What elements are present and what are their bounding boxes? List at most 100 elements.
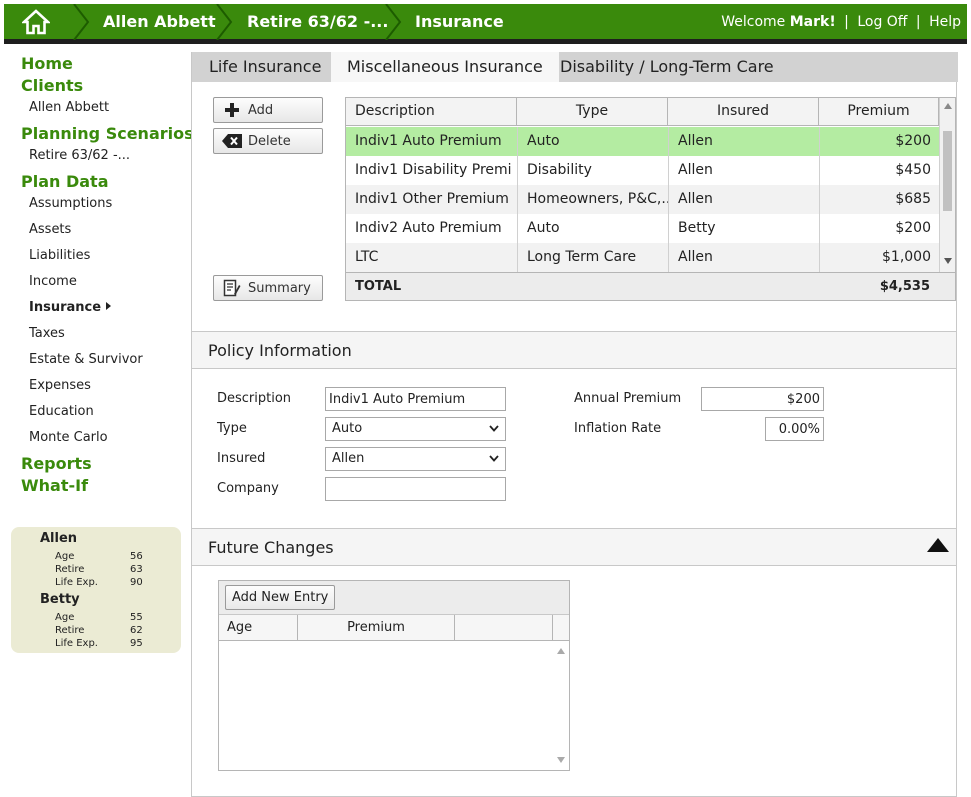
chevron-down-icon xyxy=(489,455,499,462)
sidebar-item-expenses[interactable]: Expenses xyxy=(29,378,91,393)
inflation-rate-field[interactable] xyxy=(765,417,824,441)
sidebar-what-if[interactable]: What-If xyxy=(21,476,88,495)
type-label: Type xyxy=(217,421,247,436)
breadcrumb-client[interactable]: Allen Abbett xyxy=(103,4,216,40)
breadcrumb-separator-icon xyxy=(385,4,402,40)
help-link[interactable]: Help xyxy=(929,14,961,30)
collapse-triangle-icon[interactable] xyxy=(927,538,949,552)
column-header-insured[interactable]: Insured xyxy=(668,98,819,125)
table-row[interactable]: LTC Long Term Care Allen $1,000 xyxy=(346,243,939,272)
tab-life-insurance[interactable]: Life Insurance xyxy=(193,52,337,82)
breadcrumb-scenario[interactable]: Retire 63/62 -... xyxy=(247,4,388,40)
sidebar-client-name[interactable]: Allen Abbett xyxy=(29,100,109,115)
scroll-up-icon[interactable] xyxy=(557,648,565,654)
tab-disability-ltc[interactable]: Disability / Long-Term Care xyxy=(544,52,790,82)
future-changes-scrollbar[interactable] xyxy=(553,641,569,770)
cell-description: Indiv2 Auto Premium xyxy=(355,220,502,236)
description-field[interactable] xyxy=(325,387,506,411)
table-row[interactable]: Indiv1 Auto Premium Auto Allen $200 xyxy=(346,127,939,156)
add-button[interactable]: Add xyxy=(213,97,323,123)
sidebar-item-income[interactable]: Income xyxy=(29,274,77,289)
breadcrumb-separator-icon xyxy=(216,4,233,40)
sidebar-item-insurance[interactable]: Insurance xyxy=(29,300,111,315)
table-scrollbar[interactable] xyxy=(939,98,955,272)
sidebar-item-taxes[interactable]: Taxes xyxy=(29,326,65,341)
retire-label: Retire xyxy=(55,564,85,575)
age-label: Age xyxy=(55,551,75,562)
delete-button[interactable]: Delete xyxy=(213,128,323,154)
future-changes-table: Add New Entry Age Premium xyxy=(218,580,570,771)
column-header-premium[interactable]: Premium xyxy=(819,98,939,125)
sidebar-item-monte-carlo[interactable]: Monte Carlo xyxy=(29,430,108,445)
insured-select-value: Allen xyxy=(332,451,365,466)
add-new-entry-button[interactable]: Add New Entry xyxy=(225,585,336,610)
scroll-down-icon[interactable] xyxy=(944,258,952,264)
table-row[interactable]: Indiv2 Auto Premium Auto Betty $200 xyxy=(346,214,939,243)
section-title: Future Changes xyxy=(208,538,334,557)
summary-button[interactable]: Summary xyxy=(213,275,323,301)
company-field[interactable] xyxy=(325,477,506,501)
insured-label: Insured xyxy=(217,451,266,466)
age-value: 55 xyxy=(130,612,143,623)
plus-icon xyxy=(222,102,242,118)
cell-type: Auto xyxy=(517,127,668,156)
sidebar-item-estate-survivor[interactable]: Estate & Survivor xyxy=(29,352,143,367)
sidebar-reports[interactable]: Reports xyxy=(21,454,92,473)
retire-value: 63 xyxy=(130,564,143,575)
insured-select[interactable]: Allen xyxy=(325,447,506,471)
column-header-premium[interactable]: Premium xyxy=(298,615,455,640)
column-header-age[interactable]: Age xyxy=(219,615,298,640)
cell-premium: $450 xyxy=(819,156,939,185)
cell-insured: Allen xyxy=(668,127,819,156)
future-changes-header-row: Age Premium xyxy=(219,615,569,641)
life-exp-value: 95 xyxy=(130,638,143,649)
breadcrumb-separator-icon xyxy=(73,4,90,40)
sidebar-item-assumptions[interactable]: Assumptions xyxy=(29,196,112,211)
annual-premium-label: Annual Premium xyxy=(574,391,682,406)
life-exp-label: Life Exp. xyxy=(55,638,98,649)
column-header-description[interactable]: Description xyxy=(346,98,517,125)
description-label: Description xyxy=(217,391,292,406)
cell-premium: $1,000 xyxy=(819,243,939,272)
annual-premium-field[interactable] xyxy=(701,387,824,411)
sidebar-clients[interactable]: Clients xyxy=(21,76,83,95)
scrollbar-thumb[interactable] xyxy=(943,131,952,211)
sidebar-item-liabilities[interactable]: Liabilities xyxy=(29,248,90,263)
column-header-empty xyxy=(455,615,553,640)
table-total-row: TOTAL $4,535 xyxy=(346,272,955,300)
insurance-table: Description Type Insured Premium Indiv1 … xyxy=(345,97,956,301)
table-row[interactable]: Indiv1 Disability Premi... Disability Al… xyxy=(346,156,939,185)
sidebar: Home Clients Allen Abbett Planning Scena… xyxy=(0,48,194,797)
cell-type: Auto xyxy=(517,214,668,243)
cell-type: Long Term Care xyxy=(517,243,668,272)
summary-button-label: Summary xyxy=(248,280,311,296)
separator: | xyxy=(915,14,921,30)
cell-type: Disability xyxy=(517,156,668,185)
scroll-up-icon[interactable] xyxy=(944,103,952,109)
log-off-link[interactable]: Log Off xyxy=(857,14,907,30)
separator: | xyxy=(844,14,849,30)
sidebar-plan-data[interactable]: Plan Data xyxy=(21,172,109,191)
cell-description: LTC xyxy=(355,249,379,265)
table-row[interactable]: Indiv1 Other Premium Homeowners, P&C,...… xyxy=(346,185,939,214)
section-title: Policy Information xyxy=(208,341,352,360)
column-header-type[interactable]: Type xyxy=(517,98,668,125)
sidebar-planning-scenarios[interactable]: Planning Scenarios xyxy=(21,124,194,143)
scroll-down-icon[interactable] xyxy=(557,757,565,763)
cell-description: Indiv1 Other Premium xyxy=(355,191,509,207)
sidebar-item-education[interactable]: Education xyxy=(29,404,94,419)
sidebar-scenario-name[interactable]: Retire 63/62 -... xyxy=(29,148,130,163)
life-exp-label: Life Exp. xyxy=(55,577,98,588)
tab-bar: Life Insurance Miscellaneous Insurance D… xyxy=(192,52,958,82)
main-panel: Life Insurance Miscellaneous Insurance D… xyxy=(191,52,958,797)
delete-button-label: Delete xyxy=(248,133,291,149)
type-select[interactable]: Auto xyxy=(325,417,506,441)
tab-miscellaneous-insurance[interactable]: Miscellaneous Insurance xyxy=(331,52,559,82)
retire-label: Retire xyxy=(55,625,85,636)
backspace-icon xyxy=(222,133,242,149)
life-exp-value: 90 xyxy=(130,577,143,588)
future-changes-toolbar: Add New Entry xyxy=(219,581,569,615)
sidebar-item-assets[interactable]: Assets xyxy=(29,222,71,237)
home-icon[interactable] xyxy=(4,4,68,40)
sidebar-home[interactable]: Home xyxy=(21,54,73,73)
